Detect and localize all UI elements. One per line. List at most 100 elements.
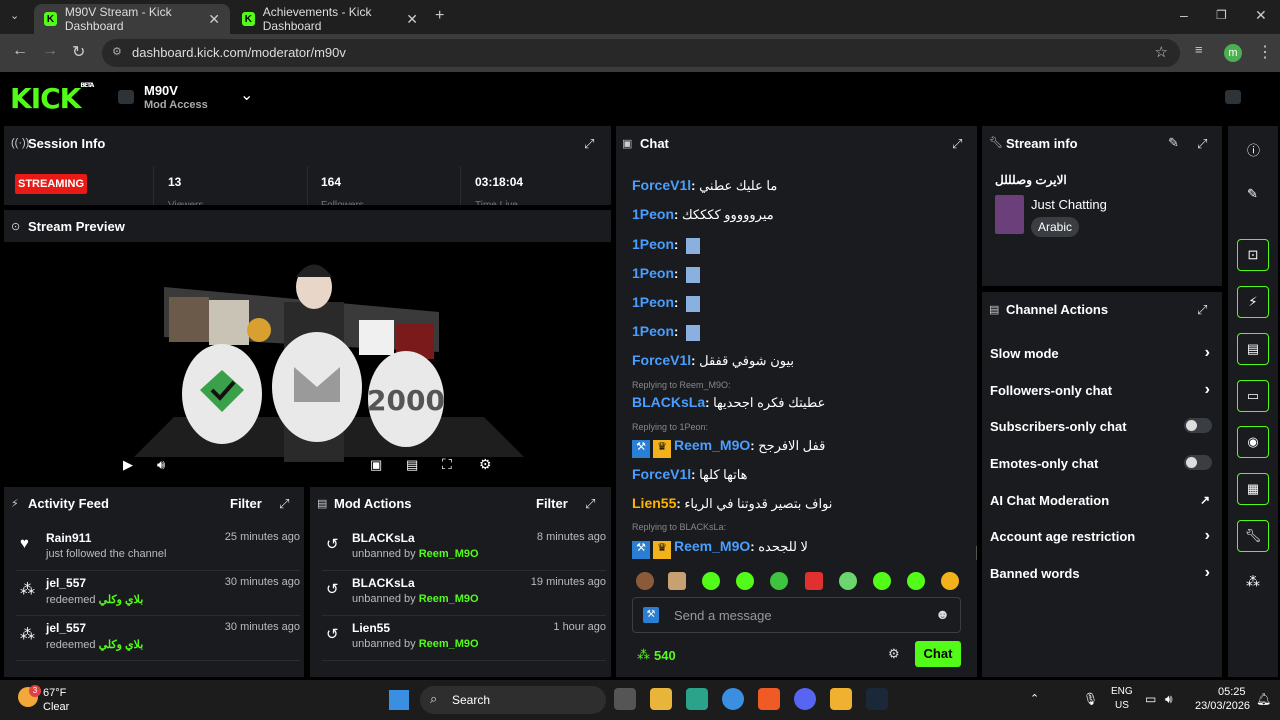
mod-log-icon[interactable]: ▤ bbox=[1237, 333, 1269, 365]
account-age-action[interactable]: Account age restriction › bbox=[990, 527, 1216, 544]
info-icon[interactable]: ⓘ bbox=[1247, 140, 1260, 159]
mod-actions-filter-button[interactable]: Filter bbox=[536, 496, 568, 511]
mod-action-target[interactable]: BLACKsLa bbox=[352, 576, 415, 590]
task-view-icon[interactable] bbox=[614, 688, 636, 710]
mod-action-target[interactable]: Lien55 bbox=[352, 621, 390, 635]
taskbar-search[interactable]: ⌕ Search bbox=[420, 686, 606, 714]
layout-rail-icon[interactable]: ▦ bbox=[1237, 473, 1269, 505]
language-indicator[interactable]: ENG bbox=[1111, 686, 1133, 697]
chat-username[interactable]: Reem_M9O bbox=[674, 538, 750, 554]
video-player[interactable]: 2000 bbox=[4, 242, 611, 481]
chat-username[interactable]: 1Peon bbox=[632, 206, 674, 222]
chat-username[interactable]: 1Peon bbox=[632, 294, 674, 310]
slow-mode-action[interactable]: Slow mode › bbox=[990, 344, 1216, 361]
popout-icon[interactable]: ⤢ bbox=[1197, 302, 1207, 318]
user-avatar[interactable] bbox=[1225, 90, 1241, 104]
address-bar[interactable]: ⚙ dashboard.kick.com/moderator/m90v ☆ bbox=[102, 39, 1180, 67]
chat-username[interactable]: ForceV1l bbox=[632, 352, 691, 368]
edit-pencil-icon[interactable]: ✎ bbox=[1168, 135, 1179, 151]
chat-settings-gear-icon[interactable]: ⚙ bbox=[888, 646, 900, 662]
bookmark-star-icon[interactable]: ☆ bbox=[1155, 43, 1168, 61]
popout-icon[interactable]: ⤢ bbox=[1197, 136, 1207, 152]
emote-icon[interactable] bbox=[873, 572, 891, 590]
tab-search-icon[interactable]: ⌄ bbox=[10, 9, 19, 22]
play-icon[interactable]: ▶ bbox=[123, 457, 133, 473]
followers-only-action[interactable]: Followers-only chat › bbox=[990, 381, 1216, 398]
emoji-picker-icon[interactable]: ☻ bbox=[935, 606, 950, 622]
emote-icon[interactable] bbox=[941, 572, 959, 590]
mini-player-icon[interactable]: ▤ bbox=[406, 457, 418, 473]
popout-icon[interactable]: ⤢ bbox=[279, 496, 289, 512]
emote-icon[interactable] bbox=[907, 572, 925, 590]
activity-user[interactable]: jel_557 bbox=[46, 576, 86, 590]
discord-icon[interactable] bbox=[794, 688, 816, 710]
activity-user[interactable]: Rain911 bbox=[46, 531, 91, 545]
wrench-rail-icon[interactable]: 🔧︎ bbox=[1237, 520, 1269, 552]
mod-action-target[interactable]: BLACKsLa bbox=[352, 531, 415, 545]
send-chat-button[interactable]: Chat bbox=[915, 641, 961, 667]
emote-icon[interactable] bbox=[736, 572, 754, 590]
settings-gear-icon[interactable]: ⚙ bbox=[479, 456, 492, 473]
close-tab-icon[interactable]: ✕ bbox=[406, 11, 418, 28]
clock-time[interactable]: 05:25 bbox=[1218, 686, 1246, 698]
capture-icon[interactable]: ⊡ bbox=[1237, 239, 1269, 271]
app-icon[interactable] bbox=[830, 688, 852, 710]
chat-username[interactable]: ForceV1l bbox=[632, 466, 691, 482]
tray-chevron-icon[interactable]: ⌃ bbox=[1030, 692, 1039, 705]
chat-input[interactable]: ⚒ Send a message ☻ bbox=[632, 597, 961, 633]
speaker-icon[interactable]: 🔊︎ bbox=[1165, 692, 1173, 707]
reply-context[interactable]: Replying to BLACKsLa: bbox=[632, 522, 726, 532]
chat-username[interactable]: ForceV1l bbox=[632, 177, 691, 193]
emote-icon[interactable] bbox=[636, 572, 654, 590]
chat-username[interactable]: Lien55 bbox=[632, 495, 676, 511]
microphone-icon[interactable]: 🎙︎ bbox=[1083, 692, 1098, 706]
forward-icon[interactable]: → bbox=[42, 42, 58, 60]
channel-switch-chevron-icon[interactable]: ⌄ bbox=[240, 85, 253, 105]
chat-username[interactable]: 1Peon bbox=[632, 236, 674, 252]
chat-username[interactable]: BLACKsLa bbox=[632, 394, 705, 410]
emote-icon[interactable] bbox=[839, 572, 857, 590]
close-window-icon[interactable]: ✕ bbox=[1255, 7, 1267, 24]
chrome-icon[interactable] bbox=[722, 688, 744, 710]
points-rail-icon[interactable]: ⁂ bbox=[1246, 573, 1260, 590]
edit-icon[interactable]: ✎ bbox=[1247, 186, 1258, 202]
new-tab-icon[interactable]: + bbox=[435, 7, 444, 25]
chat-username[interactable]: 1Peon bbox=[632, 323, 674, 339]
tab-stream-dashboard[interactable]: K M90V Stream - Kick Dashboard ✕ bbox=[34, 4, 230, 34]
emotes-only-toggle[interactable] bbox=[1184, 455, 1212, 470]
windows-start-icon[interactable] bbox=[389, 690, 409, 710]
volume-icon[interactable]: 🔊︎ bbox=[157, 457, 165, 473]
broadcast-rail-icon[interactable]: ◉ bbox=[1237, 426, 1269, 458]
channel-points-value[interactable]: 540 bbox=[654, 648, 676, 663]
activity-user[interactable]: jel_557 bbox=[46, 621, 86, 635]
category-name[interactable]: Just Chatting bbox=[1031, 197, 1107, 212]
fullscreen-icon[interactable]: ⛶ bbox=[442, 456, 452, 473]
site-info-icon[interactable]: ⚙ bbox=[112, 45, 122, 58]
emote-icon[interactable] bbox=[805, 572, 823, 590]
chat-username[interactable]: Reem_M9O bbox=[674, 437, 750, 453]
steam-icon[interactable] bbox=[866, 688, 888, 710]
activity-filter-button[interactable]: Filter bbox=[230, 496, 262, 511]
popout-icon[interactable]: ⤢ bbox=[585, 496, 595, 512]
chat-scrollbar[interactable] bbox=[976, 546, 977, 560]
emote-icon[interactable] bbox=[770, 572, 788, 590]
lightning-rail-icon[interactable]: ⚡︎ bbox=[1237, 286, 1269, 318]
theater-mode-icon[interactable]: ▣ bbox=[370, 457, 382, 473]
reply-context[interactable]: Replying to 1Peon: bbox=[632, 422, 708, 432]
ai-moderation-action[interactable]: AI Chat Moderation ↗ bbox=[990, 493, 1216, 508]
file-explorer-icon[interactable] bbox=[650, 688, 672, 710]
popout-icon[interactable]: ⤢ bbox=[952, 136, 962, 152]
app-icon[interactable] bbox=[686, 688, 708, 710]
reload-icon[interactable]: ↻ bbox=[72, 42, 85, 62]
kick-logo[interactable]: KICKBETA bbox=[10, 82, 94, 115]
subscribers-only-toggle[interactable] bbox=[1184, 418, 1212, 433]
chat-rail-icon[interactable]: ▭ bbox=[1237, 380, 1269, 412]
profile-avatar[interactable]: m bbox=[1224, 44, 1242, 62]
close-tab-icon[interactable]: ✕ bbox=[208, 11, 220, 28]
minimize-icon[interactable]: – bbox=[1180, 7, 1188, 23]
emote-icon[interactable] bbox=[668, 572, 686, 590]
brave-icon[interactable] bbox=[758, 688, 780, 710]
network-icon[interactable]: ▭ bbox=[1145, 692, 1156, 706]
notifications-bell-icon[interactable]: 🔔︎ bbox=[1256, 692, 1271, 706]
maximize-icon[interactable]: ❐ bbox=[1216, 8, 1227, 22]
